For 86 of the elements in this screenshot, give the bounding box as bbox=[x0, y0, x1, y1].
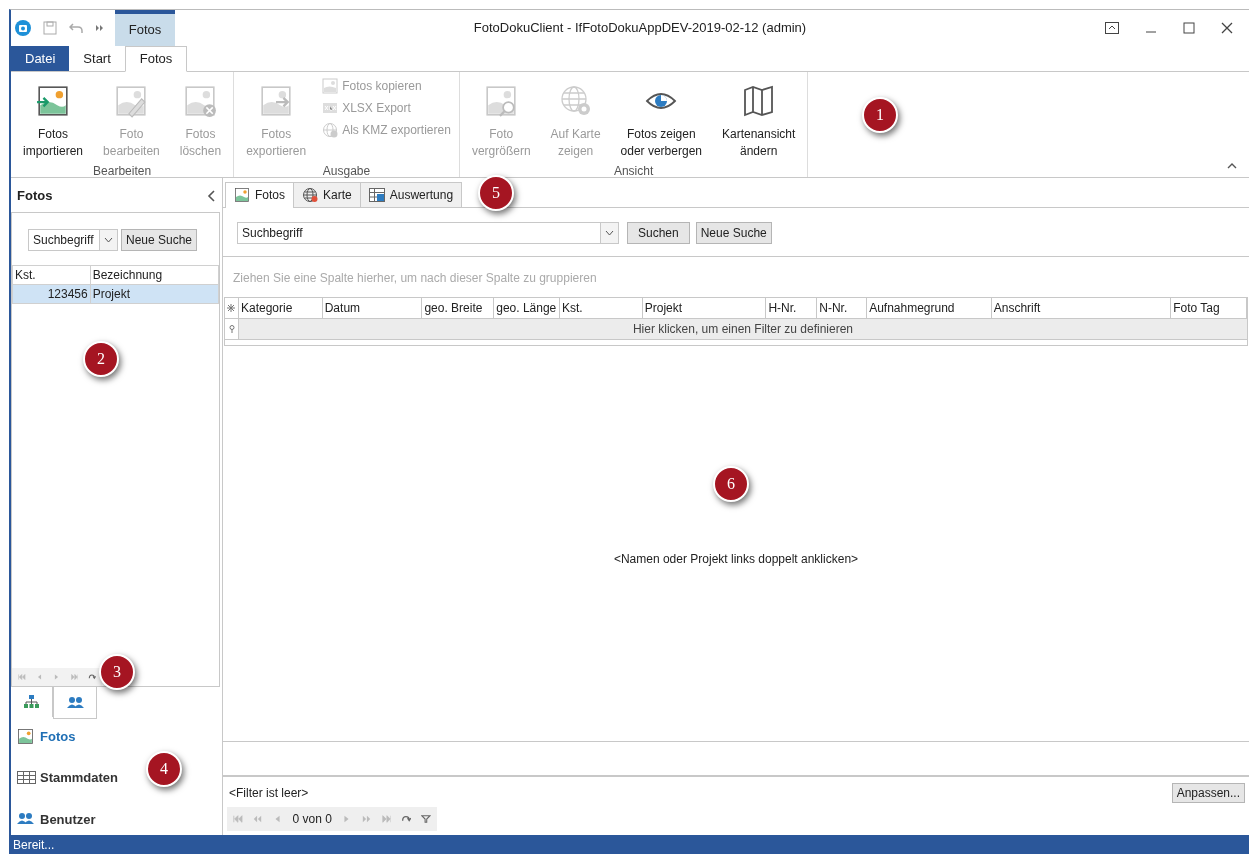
empty-message: <Namen oder Projekt links doppelt anklicken> bbox=[613, 550, 859, 568]
panel-title: Fotos bbox=[17, 187, 53, 205]
group-label: Ansicht bbox=[612, 163, 655, 180]
map-icon bbox=[741, 84, 776, 118]
page-counter: 0 von 0 bbox=[292, 811, 332, 828]
column-header[interactable]: geo. Breite bbox=[422, 298, 495, 318]
save-icon[interactable] bbox=[43, 21, 57, 35]
ribbon-button[interactable]: Fotos zeigen oder verbergen bbox=[612, 76, 710, 162]
nav-item[interactable]: Fotos bbox=[11, 726, 222, 746]
search-dropdown[interactable]: Suchbegriff bbox=[28, 228, 118, 251]
app-icon bbox=[15, 20, 31, 36]
nav-item[interactable]: Benutzer bbox=[11, 809, 222, 829]
new-search-button[interactable]: Neue Suche bbox=[695, 222, 772, 244]
search-dropdown[interactable]: Suchbegriff bbox=[237, 222, 619, 244]
org-chart-icon bbox=[23, 694, 40, 709]
last-page-icon[interactable] bbox=[381, 814, 392, 824]
close-icon[interactable] bbox=[1221, 22, 1233, 34]
column-header[interactable]: Projekt bbox=[642, 298, 767, 318]
column-header[interactable]: N-Nr. bbox=[817, 298, 868, 318]
ribbon-tab[interactable]: Fotos bbox=[124, 46, 188, 72]
caret-icon bbox=[104, 236, 113, 243]
caret-icon bbox=[605, 230, 614, 236]
globe-icon bbox=[322, 122, 339, 138]
undo-icon[interactable] bbox=[69, 21, 83, 35]
column-header[interactable]: H-Nr. bbox=[766, 298, 818, 318]
filter-status: <Filter ist leer> bbox=[229, 785, 309, 802]
image-magnifier-icon bbox=[484, 84, 519, 118]
collapse-icon[interactable] bbox=[1227, 161, 1237, 169]
new-search-button[interactable]: Neue Suche bbox=[121, 228, 198, 251]
image-icon bbox=[17, 727, 36, 745]
tab[interactable]: Karte bbox=[293, 182, 361, 207]
context-tab-header: Fotos bbox=[115, 10, 175, 46]
image-x-icon bbox=[183, 84, 218, 118]
ribbon-display-icon[interactable] bbox=[1105, 22, 1119, 34]
ribbon-tab[interactable]: Start bbox=[69, 46, 125, 71]
window-title: FotoDokuClient - IfFotoDokuAppDEV-2019-02-12 (admin) bbox=[472, 19, 808, 38]
column-header[interactable]: Datum bbox=[322, 298, 423, 318]
column-header[interactable]: Kategorie bbox=[238, 298, 323, 318]
group-hint: Ziehen Sie eine Spalte hierher, um nach dieser Spalte zu gruppieren bbox=[232, 270, 598, 287]
table-icon bbox=[368, 187, 385, 203]
ribbon-button[interactable]: Kartenansicht ändern bbox=[714, 76, 804, 162]
image-icon bbox=[322, 78, 339, 94]
callout-marker: 6 bbox=[713, 466, 749, 502]
collapse-icon[interactable] bbox=[206, 189, 216, 202]
callout-marker: 2 bbox=[83, 341, 119, 377]
view-tab[interactable] bbox=[53, 686, 97, 719]
column-header[interactable]: Kst. bbox=[560, 298, 643, 318]
file-menu-tab[interactable]: Datei bbox=[11, 46, 70, 71]
asterisk-icon bbox=[227, 304, 236, 312]
column-header[interactable]: Aufnahmegrund bbox=[867, 298, 992, 318]
column-header: Bezeichnung bbox=[90, 265, 219, 284]
table-row[interactable]: 123456 Projekt bbox=[12, 284, 219, 303]
next-page-icon[interactable] bbox=[361, 814, 372, 824]
image-icon bbox=[234, 187, 250, 203]
image-pencil-icon bbox=[114, 84, 149, 118]
tab[interactable]: Auswertung bbox=[359, 182, 463, 207]
callout-marker: 1 bbox=[862, 97, 898, 133]
search-button[interactable]: Suchen bbox=[627, 222, 690, 244]
group-label: Ausgabe bbox=[321, 163, 372, 180]
ribbon-button[interactable]: Fotos importieren bbox=[15, 76, 92, 162]
last-page-icon[interactable] bbox=[70, 671, 79, 682]
pin-icon bbox=[228, 325, 235, 333]
callout-marker: 4 bbox=[146, 751, 182, 787]
status-text: Bereit... bbox=[11, 835, 1249, 854]
callout-marker: 5 bbox=[478, 175, 514, 211]
refresh-icon[interactable] bbox=[401, 814, 412, 824]
table-icon bbox=[17, 769, 36, 787]
first-page-icon[interactable] bbox=[18, 671, 26, 682]
maximize-icon[interactable] bbox=[1183, 22, 1195, 34]
globe-icon bbox=[302, 187, 318, 203]
globe-icon bbox=[558, 84, 593, 118]
column-header[interactable]: Anschrift bbox=[991, 298, 1172, 318]
group-label: Bearbeiten bbox=[92, 163, 153, 180]
column-header: Kst. bbox=[12, 265, 91, 284]
first-page-icon[interactable] bbox=[233, 814, 243, 824]
users-icon bbox=[66, 695, 84, 709]
tab[interactable]: Fotos bbox=[225, 182, 294, 208]
previous-page-icon[interactable] bbox=[252, 814, 263, 824]
callout-marker: 3 bbox=[99, 654, 135, 690]
customize-button[interactable]: Anpassen... bbox=[1171, 783, 1245, 803]
spreadsheet-icon bbox=[322, 100, 339, 116]
filter-icon[interactable] bbox=[421, 814, 431, 824]
more-icon[interactable] bbox=[95, 23, 105, 33]
column-header[interactable]: geo. Länge bbox=[494, 298, 560, 318]
column-header[interactable]: Foto Tag bbox=[1171, 298, 1247, 318]
refresh-icon[interactable] bbox=[88, 671, 96, 682]
